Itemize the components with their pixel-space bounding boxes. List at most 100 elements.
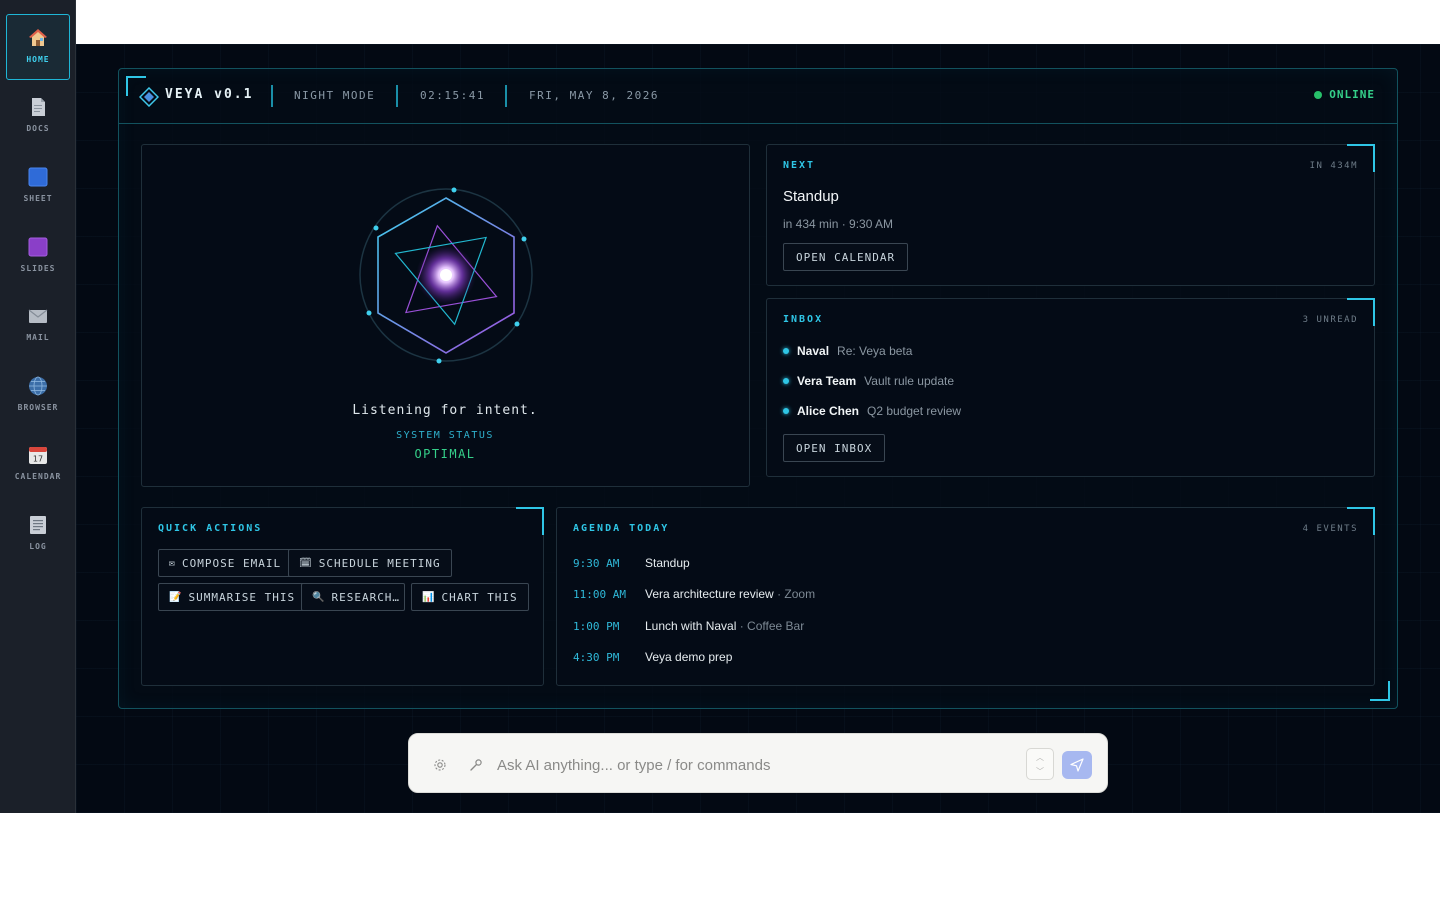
chevron-down-icon[interactable]: ﹀ [1036, 766, 1044, 777]
panel-corner-accent [516, 507, 544, 535]
agenda-event[interactable]: 1:00 PM Lunch with Naval · Coffee Bar [573, 619, 804, 633]
wrench-icon[interactable] [469, 758, 483, 772]
send-button[interactable] [1062, 751, 1092, 779]
sidebar-item-sheet[interactable]: SHEET [6, 154, 70, 220]
magnifier-icon: 🔍 [312, 591, 326, 603]
sidebar-item-label: HOME [26, 55, 50, 64]
button-label: RESEARCH… [331, 590, 401, 604]
event-time: 11:00 AM [573, 587, 626, 601]
event-title: Veya demo prep [645, 650, 733, 664]
event-time: 4:30 PM [573, 650, 620, 664]
agenda-event[interactable]: 9:30 AM Standup [573, 556, 690, 570]
scroll-stepper[interactable]: ︿ ﹀ [1026, 748, 1054, 780]
sheet-icon [28, 167, 48, 187]
header-divider [396, 85, 398, 107]
quick-actions-panel: QUICK ACTIONS ✉ COMPOSE EMAIL 🗓 SCHEDULE… [141, 507, 544, 686]
chart-this-button[interactable]: 📊 CHART THIS [411, 583, 529, 611]
dashboard-header: VEYA v0.1 NIGHT MODE 02:15:41 FRI, MAY 8… [119, 69, 1397, 124]
inbox-message[interactable]: Naval Re: Veya beta [783, 344, 912, 358]
sidebar-item-mail[interactable]: MAIL [6, 293, 70, 359]
button-label: SUMMARISE THIS [188, 590, 296, 604]
message-subject: Q2 budget review [867, 404, 962, 418]
veya-core-orb-icon [359, 187, 533, 364]
event-location: · Coffee Bar [736, 619, 805, 633]
event-time: 9:30 AM [573, 556, 620, 570]
button-label: SCHEDULE MEETING [318, 556, 441, 570]
ask-ai-input[interactable] [497, 752, 1017, 778]
next-event-title: Standup [783, 188, 839, 205]
envelope-icon: ✉ [169, 557, 177, 569]
event-title: Standup [645, 556, 690, 570]
open-inbox-button[interactable]: OPEN INBOX [783, 434, 886, 462]
calendar-icon: 17 [29, 447, 47, 464]
sidebar-item-log[interactable]: LOG [6, 502, 70, 568]
header-divider [505, 85, 507, 107]
next-title: NEXT [783, 160, 816, 171]
sidebar-item-label: MAIL [26, 333, 50, 342]
slides-icon [28, 237, 48, 257]
calendar-icon: 🗓 [299, 557, 313, 569]
online-status: ONLINE [1314, 88, 1375, 101]
unread-dot-icon [783, 408, 789, 414]
message-subject: Re: Veya beta [837, 344, 913, 358]
agenda-title: AGENDA TODAY [573, 523, 670, 534]
message-sender: Vera Team [797, 374, 857, 388]
agenda-event[interactable]: 4:30 PM Veya demo prep [573, 650, 732, 664]
sidebar-item-label: DOCS [26, 124, 50, 133]
event-location: · Zoom [773, 587, 816, 601]
mode-label: NIGHT MODE [294, 89, 376, 102]
event-count: 4 EVENTS [1302, 524, 1358, 534]
sidebar-item-browser[interactable]: BROWSER [6, 363, 70, 429]
next-event-detail: in 434 min · 9:30 AM [783, 217, 894, 231]
research-button[interactable]: 🔍 RESEARCH… [301, 583, 405, 611]
unread-dot-icon [783, 348, 789, 354]
system-status-label: SYSTEM STATUS [396, 430, 494, 441]
sidebar-item-label: CALENDAR [14, 472, 62, 481]
compose-email-button[interactable]: ✉ COMPOSE EMAIL [158, 549, 293, 577]
schedule-meeting-button[interactable]: 🗓 SCHEDULE MEETING [288, 549, 452, 577]
sidebar-item-calendar[interactable]: 17 CALENDAR [6, 432, 70, 498]
summarise-this-button[interactable]: 📝 SUMMARISE THIS [158, 583, 307, 611]
home-icon [29, 29, 47, 46]
log-icon [30, 516, 46, 534]
sidebar-item-label: BROWSER [17, 403, 59, 412]
sidebar-item-docs[interactable]: DOCS [6, 84, 70, 150]
sidebar-item-label: SLIDES [20, 264, 56, 273]
system-status-value: OPTIMAL [414, 447, 476, 461]
inbox-panel: INBOX 3 UNREAD Naval Re: Veya beta Vera … [766, 298, 1375, 477]
svg-text:17: 17 [33, 455, 43, 464]
message-sender: Alice Chen [797, 404, 860, 418]
open-calendar-button[interactable]: OPEN CALENDAR [783, 243, 909, 271]
online-status-label: ONLINE [1329, 88, 1375, 101]
current-date: FRI, MAY 8, 2026 [529, 89, 659, 102]
inbox-message[interactable]: Alice Chen Q2 budget review [783, 404, 961, 418]
unread-dot-icon [783, 378, 789, 384]
unread-count: 3 UNREAD [1302, 315, 1358, 325]
document-icon [32, 98, 45, 116]
agenda-event[interactable]: 11:00 AM Vera architecture review · Zoom [573, 587, 815, 601]
gear-icon[interactable] [433, 758, 447, 772]
inbox-message[interactable]: Vera Team Vault rule update [783, 374, 954, 388]
message-sender: Naval [797, 344, 830, 358]
button-label: COMPOSE EMAIL [182, 556, 282, 570]
sidebar-item-home[interactable]: HOME [6, 14, 70, 80]
memo-icon: 📝 [169, 591, 183, 603]
button-label: CHART THIS [441, 590, 518, 604]
command-bar: ︿ ﹀ [408, 733, 1108, 793]
clock-time: 02:15:41 [420, 89, 485, 102]
send-icon [1070, 758, 1084, 772]
sidebar-item-label: SHEET [23, 194, 53, 203]
chevron-up-icon[interactable]: ︿ [1036, 752, 1044, 763]
inbox-title: INBOX [783, 314, 824, 325]
core-status-panel: Listening for intent. SYSTEM STATUS OPTI… [141, 144, 750, 487]
event-title: Lunch with Naval [645, 619, 737, 633]
diamond-logo-icon [139, 87, 159, 107]
message-subject: Vault rule update [864, 374, 954, 388]
globe-icon [29, 376, 47, 396]
next-countdown: IN 434M [1309, 161, 1358, 171]
brand-name: VEYA v0.1 [165, 87, 254, 102]
sidebar: HOME DOCS SHEET SLIDES MAIL BROWSER 17 C… [0, 0, 76, 813]
mail-icon [28, 309, 48, 323]
sidebar-item-slides[interactable]: SLIDES [6, 224, 70, 290]
bar-chart-icon: 📊 [422, 591, 436, 603]
